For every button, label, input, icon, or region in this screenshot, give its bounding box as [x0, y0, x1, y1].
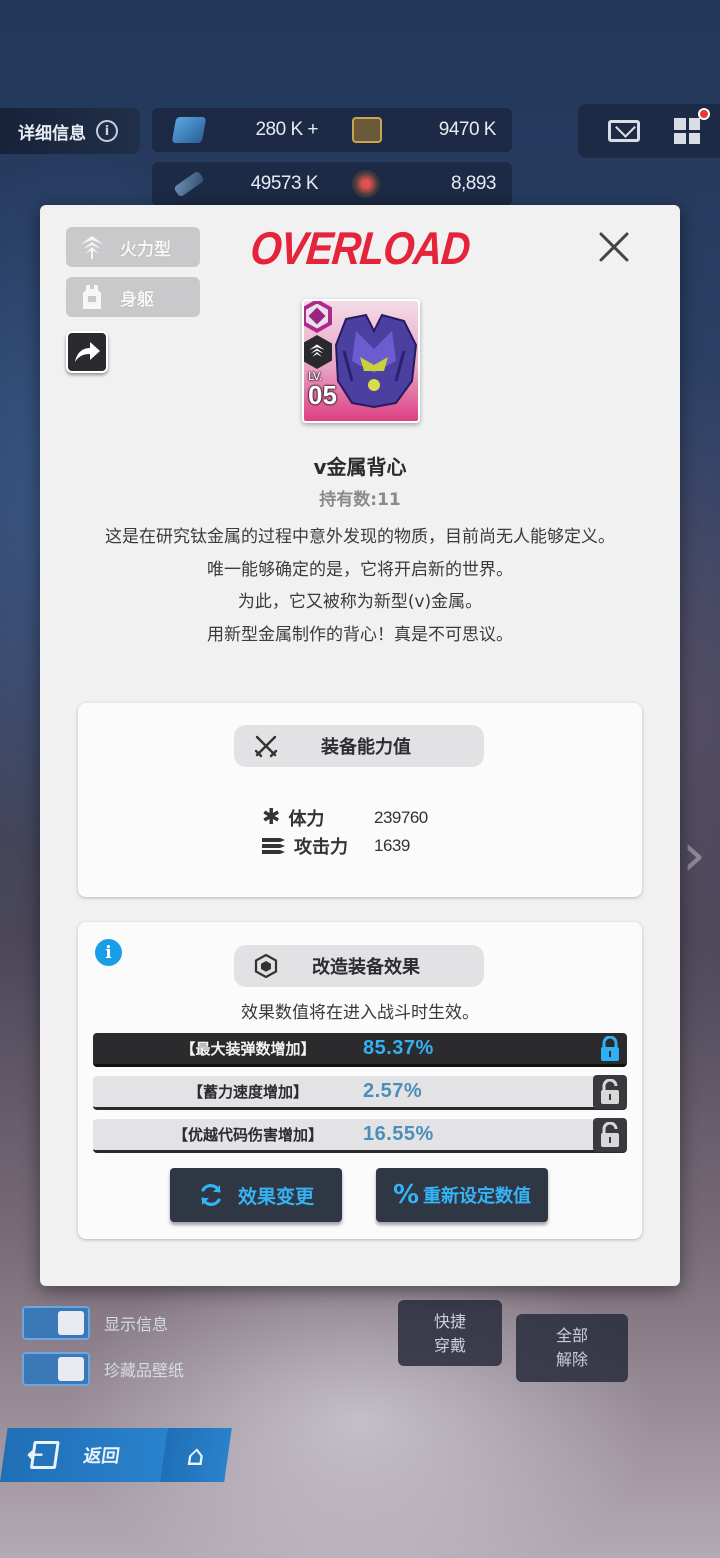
resource-gems[interactable]: 280 K +: [152, 117, 330, 143]
stat-name: 攻击力: [262, 833, 374, 859]
effects-panel-title: 改造装备效果: [312, 957, 420, 978]
resource-value: 9470 K: [438, 119, 497, 140]
stat-label: 攻击力: [294, 837, 348, 858]
unequip-all-button[interactable]: 全部 解除: [516, 1314, 628, 1382]
slot-tag-body: 身躯: [66, 277, 200, 317]
core-orb-icon: [352, 170, 380, 198]
bullets-icon: [262, 838, 285, 854]
effect-row-charge-speed[interactable]: 【蓄力速度增加】 2.57%: [93, 1074, 627, 1110]
description-line: 用新型金属制作的背心！真是不可思议。: [207, 624, 513, 645]
close-button[interactable]: [594, 227, 634, 267]
reset-value-label: 重新设定数值: [423, 1186, 532, 1207]
button-line: 全部: [555, 1326, 588, 1345]
stat-row-hp: ✱ 体力 239760: [262, 804, 428, 832]
level-indicator: LV. 05: [308, 371, 337, 408]
asterisk-icon: ✱: [262, 805, 281, 830]
toggle-label: 显示信息: [104, 1315, 169, 1334]
mail-icon[interactable]: [608, 120, 640, 142]
toggle-show-info-row[interactable]: 显示信息: [22, 1306, 168, 1340]
effect-value: 16.55%: [363, 1123, 434, 1145]
owned-count: 持有数:11: [319, 490, 401, 510]
effect-value: 2.57%: [363, 1080, 423, 1102]
crossed-swords-icon: [254, 735, 278, 758]
change-effect-label: 效果变更: [237, 1185, 314, 1208]
refresh-icon: [201, 1184, 221, 1206]
stat-label: 体力: [288, 809, 325, 830]
share-button[interactable]: [66, 331, 108, 373]
stat-name: ✱ 体力: [262, 805, 374, 831]
info-icon[interactable]: i: [96, 120, 118, 142]
button-line: 解除: [555, 1350, 588, 1369]
description-line: 为此，它又被称为新型(v)金属。: [237, 592, 483, 612]
stats-panel-header: 装备能力值: [234, 725, 484, 767]
stat-value: 239760: [374, 808, 428, 827]
button-line: 穿戴: [433, 1336, 466, 1355]
resource-value: 49573 K: [250, 173, 319, 194]
effect-value: 85.37%: [363, 1037, 434, 1059]
tag-label: 身躯: [120, 289, 154, 310]
cube-module-icon: [254, 954, 278, 978]
button-line: 快捷: [433, 1312, 466, 1331]
equipment-card: LV. 05: [302, 299, 420, 423]
gem-icon: [171, 117, 207, 143]
effect-row-max-ammo[interactable]: 【最大装弹数增加】 85.37%: [93, 1033, 627, 1067]
exit-door-icon: [29, 1441, 60, 1469]
resource-bar-bottom: 49573 K 8,893: [152, 162, 512, 206]
effect-name: 【蓄力速度增加】: [187, 1083, 308, 1101]
home-button[interactable]: ⌂: [160, 1428, 232, 1482]
description-line: 唯一能够确定的是，它将开启新的世界。: [207, 559, 513, 580]
home-icon: ⌂: [184, 1438, 208, 1472]
data-chip-icon: [173, 170, 205, 198]
back-button[interactable]: 返回: [0, 1428, 170, 1482]
toggle-wallpaper-row[interactable]: 珍藏品壁纸: [22, 1352, 184, 1386]
top-right-menu: [578, 104, 720, 158]
effect-row-superior-code-damage[interactable]: 【优越代码伤害增加】 16.55%: [93, 1117, 627, 1153]
resource-value: 8,893: [450, 173, 497, 194]
overload-brand-title: OVERLOAD: [248, 223, 472, 275]
effect-name: 【优越代码伤害增加】: [172, 1126, 323, 1144]
effect-name: 【最大装弹数增加】: [180, 1040, 316, 1058]
lock-open-icon[interactable]: [593, 1074, 627, 1109]
share-arrow-icon: [75, 342, 100, 362]
level-value: 05: [308, 380, 337, 410]
stat-row-attack: 攻击力 1639: [262, 832, 410, 860]
menu-grid-icon[interactable]: [674, 108, 710, 144]
notification-dot-icon: [698, 108, 710, 120]
lock-closed-icon[interactable]: [593, 1032, 627, 1066]
reset-value-button[interactable]: % 重新设定数值: [376, 1168, 548, 1222]
quick-equip-button[interactable]: 快捷 穿戴: [398, 1300, 502, 1366]
back-label: 返回: [82, 1446, 122, 1467]
percent-icon: %: [392, 1180, 420, 1210]
detail-info-bar[interactable]: 详细信息 i: [0, 108, 140, 154]
credit-card-icon: [352, 117, 382, 143]
equipment-stats-panel: 装备能力值 ✱ 体力 239760 攻击力 1639: [78, 703, 642, 897]
lock-open-icon[interactable]: [593, 1117, 627, 1152]
resource-credits: 9470 K: [330, 117, 508, 143]
change-effect-button[interactable]: 效果变更: [170, 1168, 342, 1222]
effects-notice: 效果数值将在进入战斗时生效。: [241, 1003, 479, 1023]
equipment-detail-modal: 火力型 身躯 OVERLOAD LV. 05 v金属背心 持有数:11 这是在研…: [40, 205, 680, 1286]
effects-panel-header: 改造装备效果: [234, 945, 484, 987]
item-name: v金属背心: [313, 455, 407, 479]
info-icon[interactable]: i: [95, 939, 122, 966]
resource-core-dust: 8,893: [330, 170, 508, 198]
modification-effects-panel: i 改造装备效果 效果数值将在进入战斗时生效。 【最大装弹数增加】 85.37%…: [78, 922, 642, 1239]
resource-value: 280 K +: [255, 119, 318, 140]
resource-battle-data: 49573 K: [152, 170, 330, 198]
stat-value: 1639: [374, 836, 410, 855]
chevron-right-icon[interactable]: ›: [682, 820, 706, 890]
description-line: 这是在研究钛金属的过程中意外发现的物质，目前尚无人能够定义。: [105, 527, 615, 547]
vest-artwork-icon: [334, 313, 418, 409]
wallpaper-toggle[interactable]: [22, 1352, 90, 1386]
detail-info-label: 详细信息: [18, 123, 86, 144]
close-icon: [599, 232, 629, 262]
vest-icon: [78, 283, 106, 311]
show-info-toggle[interactable]: [22, 1306, 90, 1340]
item-description: 这是在研究钛金属的过程中意外发现的物质，目前尚无人能够定义。 唯一能够确定的是，…: [78, 521, 642, 651]
stats-panel-title: 装备能力值: [321, 737, 411, 758]
resource-bar-top: 280 K + 9470 K: [152, 108, 512, 152]
toggle-label: 珍藏品壁纸: [104, 1361, 185, 1380]
